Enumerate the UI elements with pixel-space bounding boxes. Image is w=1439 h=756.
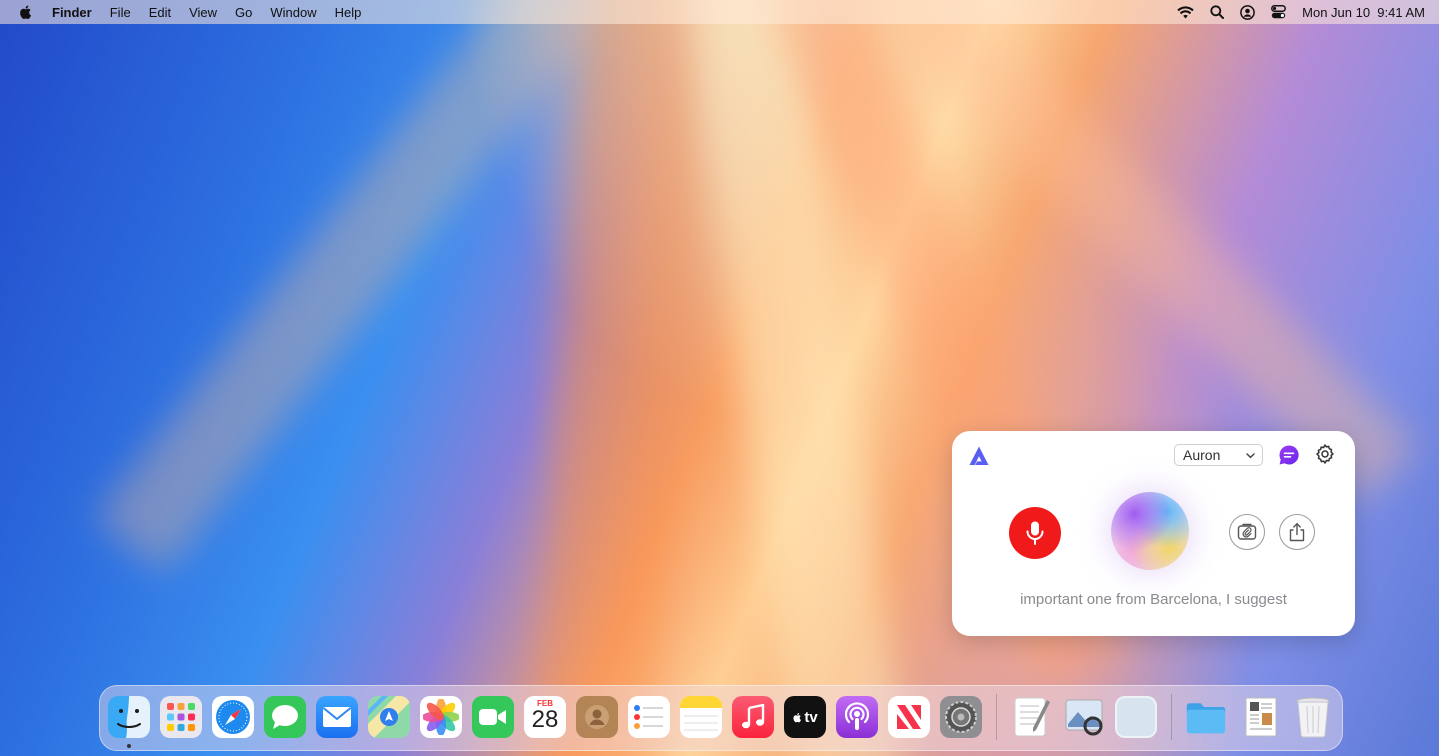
wallpaper-streak bbox=[94, 0, 596, 574]
dock-launchpad-icon[interactable] bbox=[160, 696, 202, 738]
wallpaper-streak bbox=[531, 0, 709, 756]
apple-menu-icon[interactable] bbox=[18, 4, 34, 20]
dock-facetime-icon[interactable] bbox=[472, 696, 514, 738]
dock-podcasts-icon[interactable] bbox=[836, 696, 878, 738]
wifi-icon[interactable] bbox=[1177, 5, 1194, 19]
wallpaper-streak bbox=[683, 0, 907, 756]
menu-bar: Finder File Edit View Go Window Help Mon… bbox=[0, 0, 1439, 24]
apple-logo-icon bbox=[793, 712, 802, 722]
menu-edit[interactable]: Edit bbox=[149, 5, 171, 20]
menu-help[interactable]: Help bbox=[335, 5, 362, 20]
dock-contacts-icon[interactable] bbox=[576, 696, 618, 738]
microphone-icon bbox=[1026, 521, 1044, 545]
logo-icon bbox=[969, 446, 989, 465]
menu-file[interactable]: File bbox=[110, 5, 131, 20]
dock-folder-icon[interactable] bbox=[1185, 696, 1227, 738]
dock-news-icon[interactable] bbox=[888, 696, 930, 738]
assistant-panel: Auron important one from Barcelona, I su… bbox=[952, 431, 1355, 636]
dock-maps-icon[interactable] bbox=[368, 696, 410, 738]
attach-icon bbox=[1237, 523, 1257, 540]
transcript-text: important one from Barcelona, I suggest bbox=[1020, 591, 1287, 608]
microphone-button[interactable] bbox=[1009, 507, 1061, 559]
dock-messages-icon[interactable] bbox=[264, 696, 306, 738]
dock-textedit-icon[interactable] bbox=[1011, 696, 1053, 738]
dock-document-icon[interactable] bbox=[1240, 696, 1282, 738]
share-button[interactable] bbox=[1279, 514, 1315, 550]
dock-mail-icon[interactable] bbox=[316, 696, 358, 738]
share-icon bbox=[1289, 522, 1305, 542]
wallpaper-streak bbox=[901, 0, 1419, 504]
model-select-value: Auron bbox=[1183, 447, 1221, 463]
dock-trash-icon[interactable] bbox=[1292, 696, 1334, 738]
dock-reminders-icon[interactable] bbox=[628, 696, 670, 738]
menu-go[interactable]: Go bbox=[235, 5, 252, 20]
dock-photos-icon[interactable] bbox=[420, 696, 462, 738]
chevron-down-icon bbox=[1246, 453, 1255, 459]
gear-icon[interactable] bbox=[1314, 443, 1336, 465]
menu-window[interactable]: Window bbox=[270, 5, 316, 20]
user-icon[interactable] bbox=[1240, 4, 1255, 20]
model-select[interactable]: Auron bbox=[1174, 444, 1263, 466]
dock-finder-icon[interactable] bbox=[108, 696, 150, 738]
dock-preview-icon[interactable] bbox=[1063, 696, 1105, 738]
dock-window-icon[interactable] bbox=[1115, 696, 1157, 738]
dock-separator bbox=[996, 694, 997, 740]
search-icon[interactable] bbox=[1210, 5, 1225, 19]
chat-icon[interactable] bbox=[1278, 444, 1300, 466]
dock-music-icon[interactable] bbox=[732, 696, 774, 738]
menu-clock[interactable]: Mon Jun 10 9:41 AM bbox=[1302, 5, 1425, 20]
tv-label: tv bbox=[804, 708, 818, 726]
calendar-day: 28 bbox=[531, 706, 559, 733]
dock-notes-icon[interactable] bbox=[680, 696, 722, 738]
dock-system-settings-icon[interactable] bbox=[940, 696, 982, 738]
control-center-icon[interactable] bbox=[1271, 5, 1287, 19]
menu-app-name[interactable]: Finder bbox=[52, 5, 92, 20]
dock-separator bbox=[1171, 694, 1172, 740]
attach-button[interactable] bbox=[1229, 514, 1265, 550]
dock-tv-icon[interactable]: tv bbox=[784, 696, 826, 738]
assistant-orb[interactable] bbox=[1111, 492, 1189, 570]
menu-view[interactable]: View bbox=[189, 5, 217, 20]
dock-safari-icon[interactable] bbox=[212, 696, 254, 738]
dock-calendar-icon[interactable]: FEB 28 bbox=[524, 696, 566, 738]
running-indicator bbox=[127, 744, 131, 748]
